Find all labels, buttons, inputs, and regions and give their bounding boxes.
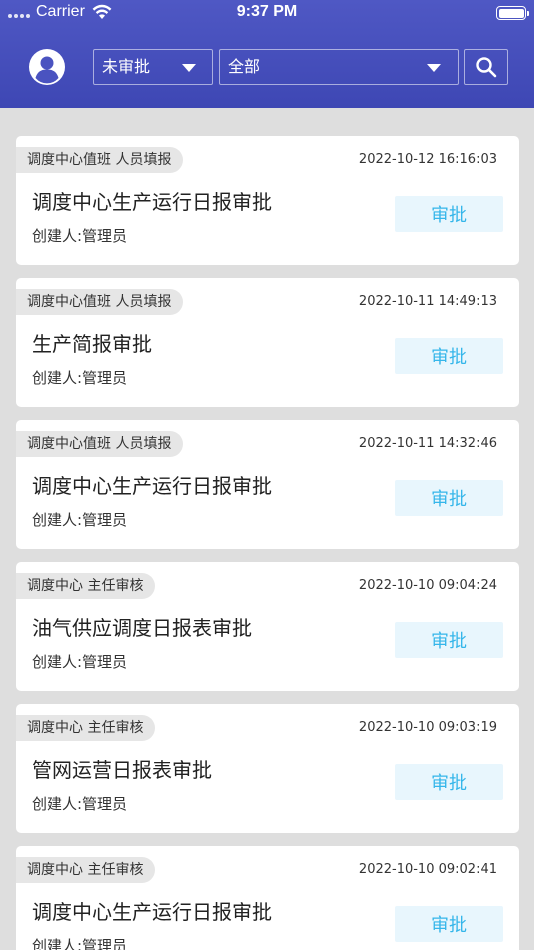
search-button[interactable] [464,49,508,85]
category-tag: 调度中心 主任审核 [16,857,156,883]
battery-icon [496,6,529,20]
list-item[interactable]: 调度中心 主任审核 2022-10-10 09:03:19 管网运营日报表审批 … [16,704,519,833]
creator-label: 创建人:管理员 [32,653,128,671]
timestamp: 2022-10-10 09:04:24 [358,578,497,593]
status-filter-select[interactable]: 未审批 [93,49,213,85]
status-filter-value: 未审批 [102,57,151,76]
item-title: 生产简报审批 [32,332,152,356]
creator-label: 创建人:管理员 [32,511,128,529]
item-title: 调度中心生产运行日报审批 [32,190,272,214]
clock: 9:37 PM [236,3,298,20]
category-tag: 调度中心 主任审核 [16,573,156,599]
item-title: 调度中心生产运行日报审批 [32,900,272,924]
list-item[interactable]: 调度中心 主任审核 2022-10-10 09:04:24 油气供应调度日报表审… [16,562,519,691]
list-item[interactable]: 调度中心值班 人员填报 2022-10-11 14:49:13 生产简报审批 创… [16,278,519,407]
approve-button[interactable]: 审批 [395,338,503,374]
creator-label: 创建人:管理员 [32,227,128,245]
approve-button[interactable]: 审批 [395,480,503,516]
status-bar: Carrier 9:37 PM [0,0,534,26]
approve-button[interactable]: 审批 [395,196,503,232]
search-icon [476,57,497,78]
creator-label: 创建人:管理员 [32,795,128,813]
category-tag: 调度中心 主任审核 [16,715,156,741]
chevron-down-icon [427,64,441,72]
approve-button[interactable]: 审批 [395,764,503,800]
chevron-down-icon [182,64,196,72]
category-tag: 调度中心值班 人员填报 [16,431,184,457]
timestamp: 2022-10-11 14:49:13 [358,294,497,309]
type-filter-select[interactable]: 全部 [219,49,459,85]
timestamp: 2022-10-10 09:03:19 [358,720,497,735]
list-item[interactable]: 调度中心值班 人员填报 2022-10-11 14:32:46 调度中心生产运行… [16,420,519,549]
approval-list: 调度中心值班 人员填报 2022-10-12 16:16:03 调度中心生产运行… [16,136,519,950]
timestamp: 2022-10-11 14:32:46 [358,436,497,451]
approve-button[interactable]: 审批 [395,906,503,942]
category-tag: 调度中心值班 人员填报 [16,147,184,173]
timestamp: 2022-10-12 16:16:03 [358,152,497,167]
type-filter-value: 全部 [228,57,261,76]
creator-label: 创建人:管理员 [32,369,128,387]
creator-label: 创建人:管理员 [32,937,128,950]
list-item[interactable]: 调度中心值班 人员填报 2022-10-12 16:16:03 调度中心生产运行… [16,136,519,265]
category-tag: 调度中心值班 人员填报 [16,289,184,315]
header-bar: Carrier 9:37 PM 未审批 全部 [0,0,534,108]
item-title: 管网运营日报表审批 [32,758,212,782]
approve-button[interactable]: 审批 [395,622,503,658]
item-title: 油气供应调度日报表审批 [32,616,252,640]
timestamp: 2022-10-10 09:02:41 [358,862,497,877]
list-item[interactable]: 调度中心 主任审核 2022-10-10 09:02:41 调度中心生产运行日报… [16,846,519,950]
user-avatar-icon[interactable] [29,49,65,85]
item-title: 调度中心生产运行日报审批 [32,474,272,498]
